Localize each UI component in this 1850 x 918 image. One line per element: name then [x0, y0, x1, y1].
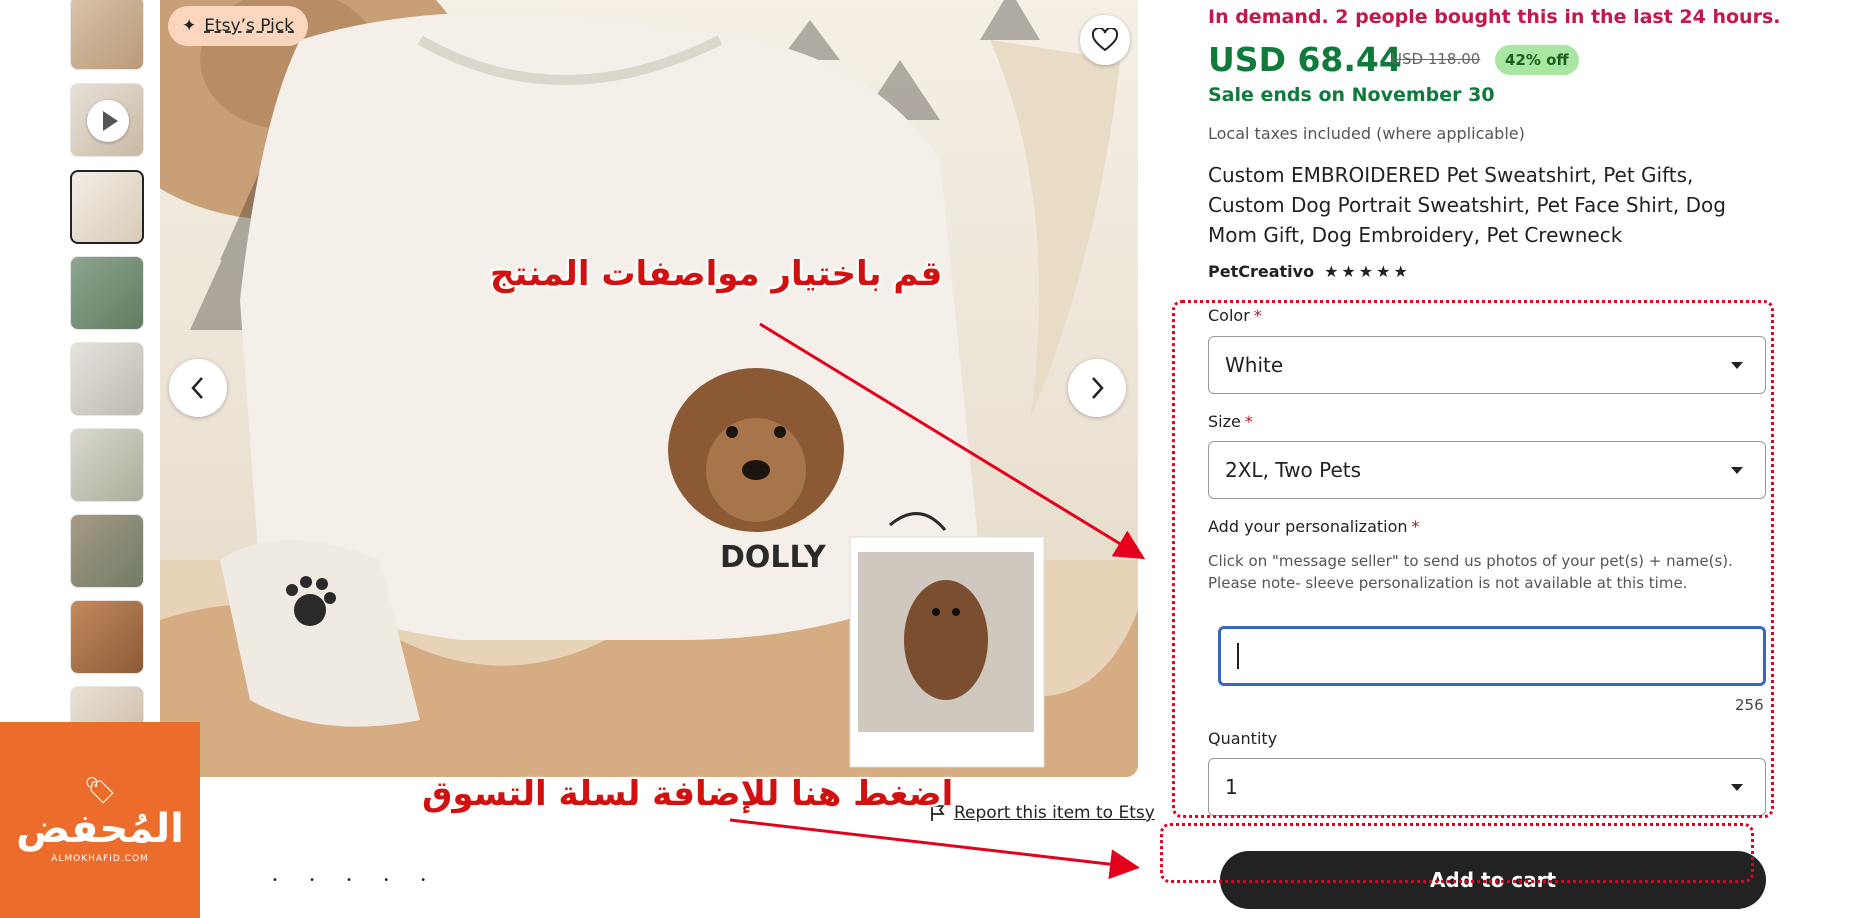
thumbnail-4[interactable] — [70, 256, 144, 330]
chevron-right-icon — [1092, 377, 1104, 399]
arrow-to-cart — [729, 818, 1140, 880]
required-mark: * — [1244, 412, 1253, 431]
original-price: USD 118.00 — [1391, 50, 1481, 68]
color-select-value: White — [1225, 353, 1284, 377]
previous-image-button[interactable] — [169, 359, 227, 417]
personalization-label: Add your personalization * — [1208, 517, 1420, 536]
listing-title: Custom EMBROIDERED Pet Sweatshirt, Pet G… — [1208, 163, 1726, 247]
quantity-select-value: 1 — [1225, 775, 1238, 799]
color-select[interactable]: White — [1208, 336, 1766, 394]
personalization-textarea[interactable] — [1218, 626, 1766, 686]
report-item-label: Report this item to Etsy — [954, 803, 1155, 823]
size-select[interactable]: 2XL, Two Pets — [1208, 441, 1766, 499]
sparkle-icon: ✦ — [182, 16, 197, 36]
text-cursor — [1237, 643, 1239, 669]
site-logo: 🏷 المُحفض ALMOKHAFID.COM — [0, 722, 200, 918]
thumbnail-3-selected[interactable] — [70, 170, 144, 244]
logo-domain: ALMOKHAFID.COM — [51, 854, 149, 864]
sale-ends-text: Sale ends on November 30 — [1208, 84, 1495, 106]
demand-notice: In demand. 2 people bought this in the l… — [1208, 6, 1781, 28]
main-product-image: DOLLY — [160, 0, 1138, 777]
next-image-button[interactable] — [1068, 359, 1126, 417]
size-label: Size * — [1208, 412, 1253, 431]
thumbnail-7[interactable] — [70, 514, 144, 588]
thumbnail-5[interactable] — [70, 342, 144, 416]
personalization-label-text: Add your personalization — [1208, 517, 1408, 536]
color-label: Color * — [1208, 306, 1262, 325]
shop-rating-stars[interactable]: ★★★★★ — [1324, 262, 1411, 281]
shop-name-link[interactable]: PetCreativo — [1208, 262, 1314, 281]
quantity-select[interactable]: 1 — [1208, 758, 1766, 816]
character-count: 256 — [1735, 696, 1764, 714]
add-to-cart-button[interactable]: Add to cart — [1220, 851, 1766, 909]
thumbnail-6[interactable] — [70, 428, 144, 502]
etsys-pick-badge: ✦ Etsy’s Pick — [168, 6, 309, 46]
logo-name: المُحفض — [16, 806, 184, 852]
taxes-note: Local taxes included (where applicable) — [1208, 124, 1525, 143]
thumbnail-8[interactable] — [70, 600, 144, 674]
required-mark: * — [1411, 517, 1420, 536]
caret-down-icon — [1731, 362, 1743, 369]
quantity-label: Quantity — [1208, 729, 1278, 748]
add-to-cart-annotation: اضغط هنا للإضافة لسلة التسوق — [422, 774, 954, 814]
size-label-text: Size — [1208, 412, 1241, 431]
shop-info: PetCreativo ★★★★★ — [1208, 262, 1411, 281]
thumbnail-video[interactable] — [70, 83, 144, 157]
favorite-button[interactable] — [1080, 15, 1130, 65]
size-select-value: 2XL, Two Pets — [1225, 458, 1362, 482]
tag-icon: 🏷 — [83, 776, 117, 806]
discount-badge: 42% off — [1495, 45, 1579, 75]
caret-down-icon — [1731, 784, 1743, 791]
play-icon — [87, 100, 129, 142]
personalization-help: Click on "message seller" to send us pho… — [1208, 552, 1733, 592]
product-photo: DOLLY — [160, 0, 1138, 777]
chevron-left-icon — [191, 377, 203, 399]
review-rating-dots: • • • • • — [272, 875, 441, 886]
caret-down-icon — [1731, 467, 1743, 474]
choose-specs-annotation: قم باختيار مواصفات المنتج — [490, 254, 943, 294]
thumbnail-1[interactable] — [70, 0, 144, 70]
heart-icon — [1092, 28, 1118, 52]
sale-price: USD 68.44 — [1208, 40, 1402, 79]
color-label-text: Color — [1208, 306, 1250, 325]
pet-name-embroidery: DOLLY — [720, 540, 827, 575]
required-mark: * — [1253, 306, 1262, 325]
etsys-pick-label: Etsy’s Pick — [204, 16, 295, 36]
report-item-link[interactable]: Report this item to Etsy — [930, 803, 1155, 823]
